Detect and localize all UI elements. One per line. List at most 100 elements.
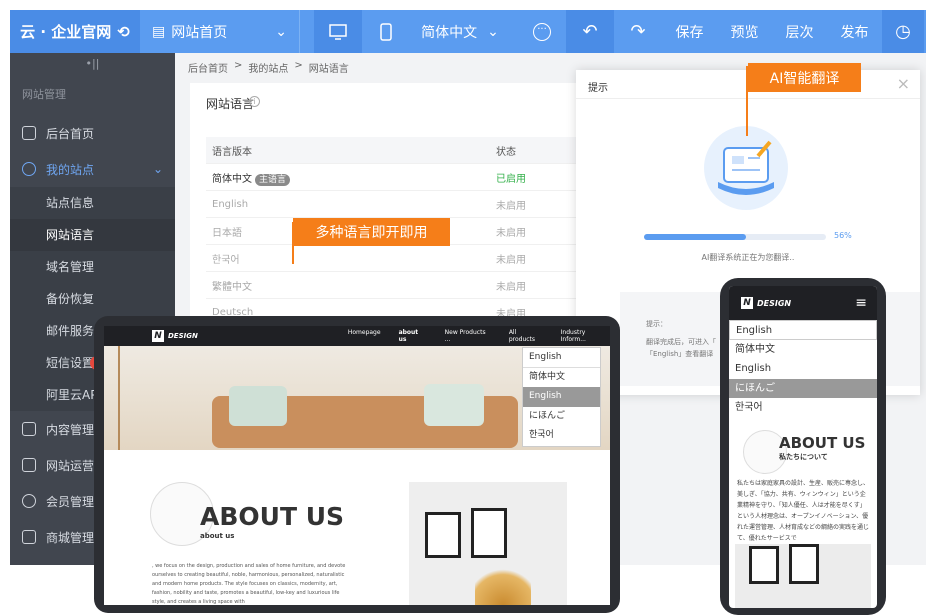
brand-name: 云 · 企业官网 [20, 23, 112, 41]
dropdown-option[interactable]: English [523, 387, 600, 407]
dialog-title: 提示 [588, 83, 608, 94]
multi-language-callout: 多种语言即开即用 [293, 218, 450, 246]
document-edit-icon [718, 140, 774, 195]
sidebar-section-title: 网站管理 [22, 88, 66, 101]
shop-icon [22, 530, 36, 544]
about-subtitle: 私たちについて [779, 453, 828, 461]
logo-mark: N [152, 330, 164, 342]
dropdown-selected[interactable]: English [729, 320, 877, 340]
dropdown-selected[interactable]: English [523, 348, 600, 368]
sidebar-item-my-site[interactable]: 我的站点 ⌄ [10, 151, 175, 187]
plant-shape [475, 562, 531, 605]
redo-button[interactable]: ↷ [614, 10, 662, 53]
dropdown-option[interactable]: にほんご [729, 378, 877, 398]
more-icon: ··· [533, 22, 551, 41]
breadcrumb-separator: > [294, 60, 303, 71]
about-paragraph: , we focus on the design, production and… [152, 563, 346, 605]
layers-button[interactable]: 层次 [772, 10, 827, 53]
document-icon [22, 422, 36, 436]
language-name: English [212, 198, 249, 210]
breadcrumb: 后台首页 > 我的站点 > 网站语言 [188, 60, 349, 75]
dropdown-option[interactable]: English [729, 359, 877, 379]
table-row[interactable]: 한국어 未启用 [206, 245, 596, 272]
hamburger-menu-icon[interactable]: ≡ [855, 295, 867, 311]
site-logo[interactable]: N DESIGN [741, 297, 791, 309]
site-logo[interactable]: N DESIGN [152, 330, 198, 342]
home-icon [22, 126, 36, 140]
sidebar-subitem-backup[interactable]: 备份恢复 [10, 283, 175, 315]
redo-icon: ↷ [630, 21, 646, 42]
interior-image [735, 544, 871, 608]
chevron-down-icon: ⌄ [152, 162, 163, 176]
picture-frame [789, 544, 819, 584]
progress-percent: 56% [834, 231, 852, 240]
dropdown-option[interactable]: 简体中文 [729, 339, 877, 359]
language-name: 简体中文 主语言 [206, 170, 496, 186]
desktop-icon [329, 23, 347, 40]
breadcrumb-link[interactable]: 后台首页 [188, 60, 228, 75]
about-title: ABOUT US [779, 434, 866, 452]
sidebar-subitem-site-info[interactable]: 站点信息 [10, 187, 175, 219]
picture-frame [749, 546, 779, 584]
nav-link-about[interactable]: about us [399, 329, 427, 343]
nav-link-all-products[interactable]: All products [509, 329, 543, 343]
undo-button[interactable]: ↶ [566, 10, 614, 53]
page-selector[interactable]: ▤ 网站首页 ⌄ [140, 10, 300, 53]
sidebar-subitem-domain[interactable]: 域名管理 [10, 251, 175, 283]
breadcrumb-current: 网站语言 [308, 64, 349, 75]
nav-link-industry[interactable]: Industry Inform... [561, 329, 610, 343]
progress-fill [644, 234, 746, 240]
about-subtitle: about us [200, 532, 235, 540]
history-button[interactable]: ◷ [882, 10, 924, 53]
breadcrumb-separator: > [234, 60, 243, 71]
mobile-view-button[interactable] [362, 10, 410, 53]
nav-link-homepage[interactable]: Homepage [348, 329, 381, 343]
site-nav-links: Homepage about us New Products ... All p… [348, 329, 610, 343]
sidebar-subitem-label: 短信设置 [46, 356, 95, 370]
brand-home[interactable]: 云 · 企业官网 ⟲ [10, 10, 140, 53]
sidebar-collapse-toggle[interactable]: •|| [10, 53, 175, 75]
pillow-shape [424, 384, 484, 426]
lamp-shape [118, 346, 148, 450]
picture-frame [471, 508, 507, 558]
chevron-down-icon: ⌄ [275, 23, 287, 40]
mobile-navbar: N DESIGN ≡ [729, 286, 877, 320]
sidebar-item-dashboard[interactable]: 后台首页 [10, 115, 175, 151]
breadcrumb-link[interactable]: 我的站点 [248, 60, 288, 75]
chevron-down-icon: ⌄ [487, 23, 499, 40]
more-button[interactable]: ··· [518, 10, 566, 53]
ai-translation-callout: AI智能翻译 [748, 63, 861, 92]
language-dropdown[interactable]: English 简体中文 English にほんご 한국어 [522, 347, 601, 447]
language-dropdown[interactable]: English 简体中文 English にほんご 한국어 [729, 320, 877, 418]
phone-screen: N DESIGN ≡ English 简体中文 English にほんご 한국어 … [729, 286, 877, 608]
sidebar-item-label: 后台首页 [46, 126, 95, 141]
dropdown-option[interactable]: 한국어 [523, 426, 600, 446]
dropdown-option[interactable]: にほんご [523, 407, 600, 427]
interior-image [409, 482, 567, 605]
dropdown-option[interactable]: 한국어 [729, 398, 877, 418]
nav-link-new-products[interactable]: New Products ... [445, 329, 491, 343]
pillow-shape [229, 386, 287, 426]
page-icon: ▤ [152, 23, 166, 40]
table-row[interactable]: 简体中文 主语言 已启用 [206, 164, 596, 191]
undo-brand-icon: ⟲ [117, 22, 130, 41]
language-panel: 网站语言 i 语言版本 状态 简体中文 主语言 已启用 English 未启用 日本語未… [190, 83, 610, 326]
publish-button[interactable]: 发布 [827, 10, 882, 53]
save-button[interactable]: 保存 [662, 10, 717, 53]
chart-icon [22, 458, 36, 472]
editor-toolbar: 云 · 企业官网 ⟲ ▤ 网站首页 ⌄ 简体中文 ⌄ ··· ↶ ↷ 保存 预览… [10, 10, 926, 53]
history-icon: ◷ [895, 21, 911, 42]
desktop-view-button[interactable] [314, 10, 362, 53]
sidebar-subitem-site-language[interactable]: 网站语言 [10, 219, 175, 251]
preview-button[interactable]: 预览 [717, 10, 772, 53]
dropdown-option[interactable]: 简体中文 [523, 368, 600, 388]
undo-icon: ↶ [582, 21, 598, 42]
info-icon[interactable]: i [249, 96, 260, 107]
language-selector[interactable]: 简体中文 ⌄ [410, 10, 510, 53]
tablet-screen: N DESIGN Homepage about us New Products .… [104, 326, 610, 605]
about-paragraph: 私たちは家庭家具の設計、生産、販売に専念し、美しぎ、「協力、共有、ウィンウィン」… [737, 480, 870, 542]
table-row[interactable]: 繁體中文 未启用 [206, 272, 596, 299]
table-row[interactable]: English 未启用 [206, 191, 596, 218]
close-icon[interactable]: × [897, 74, 910, 93]
sidebar-item-label: 我的站点 [46, 162, 95, 177]
